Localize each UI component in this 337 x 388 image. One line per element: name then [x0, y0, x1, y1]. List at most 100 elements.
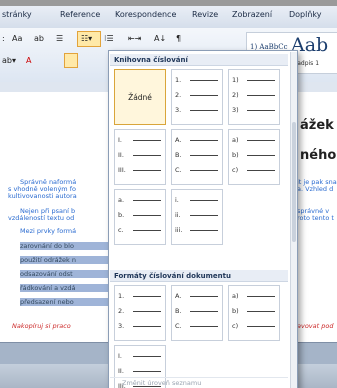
- list-marker: 2.: [175, 91, 182, 99]
- tab-review[interactable]: Revize: [192, 10, 218, 19]
- numbering-format-tile[interactable]: Žádné: [114, 69, 166, 125]
- numbering-icon: ☷▾: [81, 34, 93, 43]
- placeholder-rule: [133, 139, 161, 141]
- list-marker: II.: [118, 151, 124, 159]
- numbering-format-tile[interactable]: a. b. c.: [114, 189, 166, 245]
- list-level-line: b.: [118, 211, 161, 221]
- doc-line: Mezi prvky formá: [20, 227, 77, 235]
- placeholder-rule: [247, 169, 275, 171]
- list-level-line: 1.: [118, 292, 161, 302]
- list-marker: B.: [175, 151, 182, 159]
- placeholder-rule: [133, 214, 161, 216]
- list-level-line: a): [232, 136, 275, 146]
- list-level-line: 2.: [175, 91, 218, 101]
- numbering-format-tile[interactable]: 1. 2. 3.: [114, 285, 166, 341]
- list-marker: a): [232, 136, 239, 144]
- list-level-line: II.: [118, 367, 161, 377]
- list-level-line: 1.: [175, 76, 218, 86]
- numbering-format-tile[interactable]: A. B. C.: [171, 129, 223, 185]
- list-level-line: c): [232, 322, 275, 332]
- change-list-level-item[interactable]: Změnit úroveň seznamu: [110, 377, 288, 388]
- list-level-line: b): [232, 307, 275, 317]
- highlighted-line: předsazení nebo: [20, 298, 110, 306]
- list-marker: I.: [118, 136, 122, 144]
- list-level-line: I.: [118, 136, 161, 146]
- list-level-line: a): [232, 292, 275, 302]
- placeholder-rule: [133, 229, 161, 231]
- numbering-format-tile[interactable]: A. B. C.: [171, 285, 223, 341]
- list-marker: A.: [175, 136, 182, 144]
- placeholder-rule: [190, 139, 218, 141]
- list-marker: I.: [118, 352, 122, 360]
- placeholder-rule: [247, 310, 275, 312]
- list-marker: a.: [118, 196, 125, 204]
- list-level-line: a.: [118, 196, 161, 206]
- placeholder-rule: [247, 154, 275, 156]
- font-color-button[interactable]: A: [26, 56, 31, 65]
- placeholder-rule: [133, 370, 161, 372]
- numbering-format-tile[interactable]: 1) 2) 3): [228, 69, 280, 125]
- justify-button[interactable]: [64, 53, 78, 68]
- indent-icons[interactable]: ⇤⇥: [128, 34, 141, 43]
- numbering-button[interactable]: ☷▾: [77, 31, 101, 47]
- multilevel-list-icon[interactable]: ⁝☰: [104, 34, 114, 43]
- list-level-line: A.: [175, 292, 218, 302]
- list-level-line: 3.: [175, 106, 218, 116]
- tab-references[interactable]: Reference: [60, 10, 100, 19]
- highlight-color-icon[interactable]: ab▾: [2, 56, 16, 65]
- list-marker: 2.: [118, 307, 125, 315]
- placeholder-rule: [247, 295, 275, 297]
- ribbon-fragment-icon: :: [2, 34, 5, 43]
- footer-note-left: Nakopíruj si praco: [12, 322, 71, 330]
- phonetic-guide-icon[interactable]: ab: [34, 34, 44, 43]
- list-level-line: i.: [175, 196, 218, 206]
- bullets-icon[interactable]: ☰: [56, 34, 63, 43]
- list-marker: B.: [175, 307, 182, 315]
- show-marks-icon[interactable]: ¶: [176, 34, 181, 43]
- placeholder-rule: [133, 355, 161, 357]
- highlighted-line: zarovnání do blo: [20, 242, 110, 250]
- tab-page-layout[interactable]: stránky: [2, 10, 32, 19]
- list-level-line: C.: [175, 322, 218, 332]
- list-level-line: B.: [175, 307, 218, 317]
- tab-add-ins[interactable]: Doplňky: [289, 10, 322, 19]
- dropdown-scrollbar[interactable]: [290, 52, 297, 388]
- placeholder-rule: [190, 229, 218, 231]
- list-marker: A.: [175, 292, 182, 300]
- list-level-line: b): [232, 151, 275, 161]
- doc-line: kultivovanosti autora: [8, 192, 77, 200]
- list-level-line: c): [232, 166, 275, 176]
- doc-line: a. Vzhled d: [297, 185, 334, 193]
- sort-icon[interactable]: A↓: [154, 34, 166, 43]
- scrollbar-thumb[interactable]: [292, 122, 296, 242]
- numbering-format-tile[interactable]: I. II. III.: [114, 129, 166, 185]
- placeholder-rule: [190, 310, 218, 312]
- numbering-format-tile[interactable]: 1. 2. 3.: [171, 69, 223, 125]
- numbering-library-dropdown: Knihovna číslování Žádné 1. 2. 3. 1) 2) 3) I. II…: [108, 50, 298, 388]
- tab-view[interactable]: Zobrazení: [232, 10, 272, 19]
- highlighted-line: odsazování odst: [20, 270, 110, 278]
- placeholder-rule: [190, 109, 218, 111]
- list-marker: 1): [232, 76, 239, 84]
- placeholder-rule: [133, 169, 161, 171]
- section-title-library: Knihovna číslování: [110, 54, 288, 66]
- list-marker: iii.: [175, 226, 183, 234]
- numbering-format-tile[interactable]: i. ii. iii.: [171, 189, 223, 245]
- placeholder-rule: [190, 154, 218, 156]
- list-level-line: I.: [118, 352, 161, 362]
- list-level-line: iii.: [175, 226, 218, 236]
- none-label: Žádné: [128, 92, 152, 102]
- placeholder-rule: [190, 325, 218, 327]
- placeholder-rule: [190, 79, 218, 81]
- numbering-format-tile[interactable]: a) b) c): [228, 285, 280, 341]
- doc-line: vzdáleností textu od: [8, 214, 75, 222]
- tab-mailings[interactable]: Korespondence: [115, 10, 176, 19]
- list-marker: c): [232, 166, 239, 174]
- change-case-button[interactable]: Aa: [12, 34, 22, 43]
- highlighted-line: použití odrážek n: [20, 256, 110, 264]
- placeholder-rule: [133, 154, 161, 156]
- numbering-format-tile[interactable]: a) b) c): [228, 129, 280, 185]
- list-marker: c): [232, 322, 239, 330]
- placeholder-rule: [247, 79, 275, 81]
- list-marker: C.: [175, 166, 182, 174]
